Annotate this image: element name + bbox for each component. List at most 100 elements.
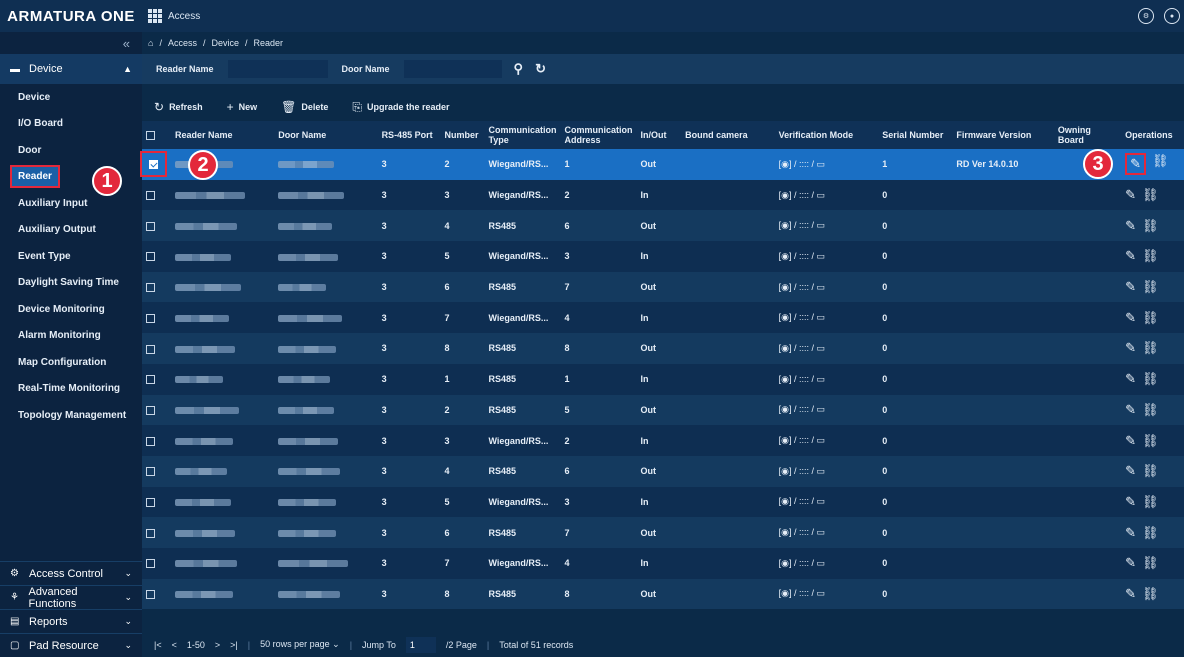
- table-row[interactable]: 3 3 Wiegand/RS... 2 In [◉] / :::: / ▭ 0 ✎ ⛓: [142, 179, 1184, 211]
- edit-icon[interactable]: ✎: [1125, 279, 1136, 295]
- first-page-icon[interactable]: |<: [154, 640, 162, 650]
- link-icon[interactable]: ⛓: [1142, 187, 1159, 203]
- sidebar-item-device[interactable]: Device: [0, 84, 142, 111]
- apps-grid-icon[interactable]: [148, 9, 162, 23]
- edit-icon[interactable]: ✎: [1125, 153, 1147, 176]
- sidebar-section-device[interactable]: ▬ Device ▲: [0, 54, 142, 84]
- col-comm-address[interactable]: Communication Address: [560, 121, 637, 149]
- col-rs485-port[interactable]: RS-485 Port: [377, 121, 441, 149]
- link-icon[interactable]: ⛓: [1142, 586, 1159, 602]
- row-checkbox[interactable]: [146, 467, 155, 477]
- table-row[interactable]: 3 2 RS485 5 Out [◉] / :::: / ▭ 0 ✎ ⛓: [142, 394, 1184, 426]
- jump-to-input[interactable]: [405, 636, 436, 653]
- row-checkbox[interactable]: [146, 497, 155, 507]
- link-icon[interactable]: ⛓: [1142, 463, 1159, 479]
- row-checkbox[interactable]: [146, 405, 155, 415]
- row-checkbox[interactable]: [146, 528, 155, 538]
- refresh-button[interactable]: ↻ Refresh: [154, 100, 203, 114]
- col-owning-board[interactable]: Owning Board: [1053, 121, 1122, 149]
- edit-icon[interactable]: ✎: [1125, 340, 1136, 356]
- col-bound-camera[interactable]: Bound camera: [681, 121, 775, 149]
- link-icon[interactable]: ⛓: [1142, 525, 1159, 541]
- select-all-checkbox[interactable]: [146, 131, 155, 141]
- col-firmware-version[interactable]: Firmware Version: [952, 121, 1054, 149]
- col-reader-name[interactable]: Reader Name: [171, 121, 275, 149]
- settings-circle-icon[interactable]: ⚙: [1138, 8, 1154, 24]
- edit-icon[interactable]: ✎: [1125, 555, 1136, 571]
- sidebar-section-advanced-functions[interactable]: ⚘ Advanced Functions ⌄: [0, 585, 142, 610]
- user-avatar-icon[interactable]: ●: [1164, 8, 1180, 24]
- col-comm-type[interactable]: Communication Type: [484, 121, 561, 149]
- sidebar-section-reports[interactable]: ▤ Reports ⌄: [0, 609, 142, 633]
- row-checkbox[interactable]: [146, 252, 155, 262]
- link-icon[interactable]: ⛓: [1142, 310, 1159, 326]
- link-icon[interactable]: ⛓: [1142, 371, 1159, 387]
- link-icon[interactable]: ⛓: [1142, 433, 1159, 449]
- door-name-input[interactable]: [403, 60, 502, 78]
- edit-icon[interactable]: ✎: [1125, 525, 1136, 541]
- sidebar-item-auxiliary-output[interactable]: Auxiliary Output: [0, 217, 142, 244]
- sidebar-item-daylight-saving-time[interactable]: Daylight Saving Time: [0, 270, 142, 297]
- edit-icon[interactable]: ✎: [1125, 187, 1136, 203]
- last-page-icon[interactable]: >|: [230, 640, 238, 650]
- table-row[interactable]: 3 6 RS485 7 Out [◉] / :::: / ▭ 0 ✎ ⛓: [142, 517, 1184, 548]
- rows-per-page-select[interactable]: 50 rows per page ⌄: [260, 639, 340, 650]
- sidebar-item-alarm-monitoring[interactable]: Alarm Monitoring: [0, 323, 142, 350]
- row-checkbox[interactable]: [146, 436, 155, 446]
- sidebar-item-topology-management[interactable]: Topology Management: [0, 402, 142, 429]
- link-icon[interactable]: ⛓: [1152, 153, 1169, 175]
- sidebar-item-device-monitoring[interactable]: Device Monitoring: [0, 296, 142, 323]
- edit-icon[interactable]: ✎: [1125, 463, 1136, 479]
- sidebar-section-pad-resource[interactable]: ▢ Pad Resource ⌄: [0, 633, 142, 657]
- next-page-icon[interactable]: >: [215, 640, 220, 650]
- edit-icon[interactable]: ✎: [1125, 402, 1136, 418]
- table-row[interactable]: 3 3 Wiegand/RS... 2 In [◉] / :::: / ▭ 0 ✎ ⛓: [142, 425, 1184, 456]
- col-verification-mode[interactable]: Verification Mode: [774, 121, 879, 149]
- table-row[interactable]: 3 4 RS485 6 Out [◉] / :::: / ▭ 0 ✎ ⛓: [142, 455, 1184, 487]
- breadcrumb-access[interactable]: Access: [168, 38, 197, 48]
- table-row[interactable]: 3 7 Wiegand/RS... 4 In [◉] / :::: / ▭ 0 ✎ ⛓: [142, 547, 1184, 579]
- row-checkbox[interactable]: [146, 221, 155, 231]
- edit-icon[interactable]: ✎: [1125, 433, 1136, 449]
- table-row[interactable]: 3 1 RS485 1 In [◉] / :::: / ▭ 0 ✎ ⛓: [142, 363, 1184, 395]
- edit-icon[interactable]: ✎: [1125, 586, 1136, 602]
- row-checkbox[interactable]: [146, 590, 155, 600]
- table-row[interactable]: 3 6 RS485 7 Out [◉] / :::: / ▭ 0 ✎ ⛓: [142, 271, 1184, 303]
- reset-icon[interactable]: ↻: [535, 61, 546, 77]
- sidebar-item-i-o-board[interactable]: I/O Board: [0, 111, 142, 138]
- sidebar-item-door[interactable]: Door: [0, 137, 142, 164]
- new-button[interactable]: + New: [227, 100, 258, 114]
- col-in-out[interactable]: In/Out: [636, 121, 682, 149]
- sidebar-item-map-configuration[interactable]: Map Configuration: [0, 349, 142, 376]
- edit-icon[interactable]: ✎: [1125, 310, 1136, 326]
- delete-button[interactable]: 🗑 Delete: [281, 100, 328, 114]
- row-checkbox[interactable]: [146, 559, 155, 569]
- edit-icon[interactable]: ✎: [1125, 494, 1136, 510]
- link-icon[interactable]: ⛓: [1142, 555, 1159, 571]
- row-checkbox[interactable]: [146, 375, 155, 385]
- edit-icon[interactable]: ✎: [1125, 248, 1136, 264]
- row-checkbox[interactable]: [146, 191, 155, 201]
- sidebar-item-real-time-monitoring[interactable]: Real-Time Monitoring: [0, 376, 142, 403]
- row-checkbox[interactable]: [146, 313, 155, 323]
- link-icon[interactable]: ⛓: [1142, 248, 1159, 264]
- upgrade-reader-button[interactable]: ⎘ Upgrade the reader: [352, 100, 449, 115]
- row-checkbox[interactable]: [146, 344, 155, 354]
- table-row[interactable]: 3 5 Wiegand/RS... 3 In [◉] / :::: / ▭ 0 ✎ ⛓: [142, 241, 1184, 272]
- table-row[interactable]: 3 8 RS485 8 Out [◉] / :::: / ▭ 0 ✎ ⛓: [142, 578, 1184, 610]
- reader-name-input[interactable]: [227, 60, 328, 78]
- link-icon[interactable]: ⛓: [1142, 218, 1159, 234]
- sidebar-item-auxiliary-input[interactable]: Auxiliary Input: [0, 190, 142, 217]
- col-number[interactable]: Number: [440, 121, 485, 149]
- app-logo[interactable]: ARMATURA ONE: [0, 0, 142, 32]
- table-row[interactable]: 3 4 RS485 6 Out [◉] / :::: / ▭ 0 ✎ ⛓: [142, 210, 1184, 242]
- col-serial-number[interactable]: Serial Number: [878, 121, 953, 149]
- edit-icon[interactable]: ✎: [1125, 371, 1136, 387]
- home-icon[interactable]: ⌂: [148, 38, 153, 48]
- breadcrumb-device[interactable]: Device: [211, 38, 239, 48]
- sidebar-item-event-type[interactable]: Event Type: [0, 243, 142, 270]
- table-row[interactable]: 3 7 Wiegand/RS... 4 In [◉] / :::: / ▭ 0 ✎ ⛓: [142, 302, 1184, 334]
- prev-page-icon[interactable]: <: [172, 640, 177, 650]
- link-icon[interactable]: ⛓: [1142, 402, 1159, 418]
- table-row[interactable]: 3 8 RS485 8 Out [◉] / :::: / ▭ 0 ✎ ⛓: [142, 333, 1184, 364]
